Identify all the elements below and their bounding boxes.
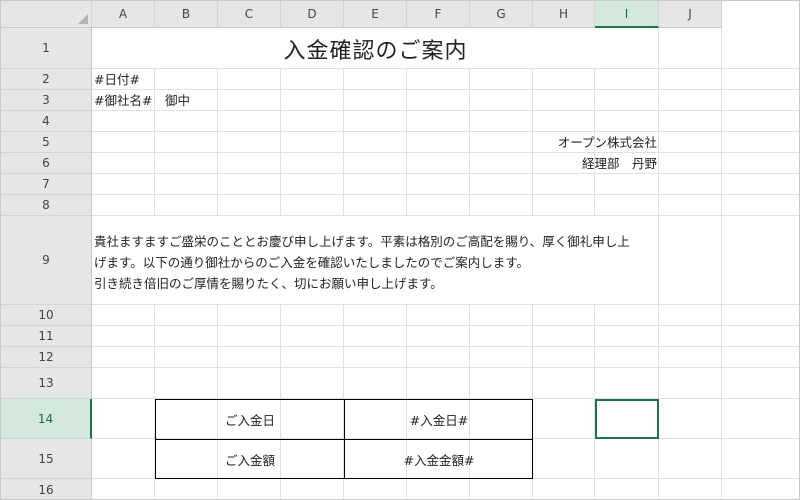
document-title[interactable]: 入金確認のご案内 (92, 33, 659, 65)
row-header-7[interactable]: 7 (1, 174, 92, 195)
row-header-1[interactable]: 1 (1, 28, 92, 69)
select-all-corner[interactable] (1, 1, 92, 28)
column-header-j[interactable]: J (659, 1, 722, 28)
column-header-g[interactable]: G (470, 1, 533, 28)
body-line-1: 貴社ますますご盛栄のこととお慶び申し上げます。平素は格別のご高配を賜り、厚く御礼… (94, 234, 630, 249)
row-header-11[interactable]: 11 (1, 326, 92, 347)
column-header-h[interactable]: H (533, 1, 595, 28)
row-header-3[interactable]: 3 (1, 90, 92, 111)
payment-amount-value[interactable]: #入金金額# (345, 440, 533, 479)
payment-date-value[interactable]: #入金日# (345, 400, 533, 439)
row-header-10[interactable]: 10 (1, 305, 92, 326)
spreadsheet-grid[interactable]: ABCDEFGHIJ 1 2 3 4 5 6 7 8 9 10 11 12 13 14 15 16 入金確認の… (0, 0, 800, 500)
payment-date-label[interactable]: ご入金日 (156, 400, 344, 439)
row-header-9[interactable]: 9 (1, 216, 92, 305)
horizontal-gridline (92, 110, 799, 111)
row-header-14[interactable]: 14 (1, 399, 92, 439)
recipient-cell[interactable]: #御社名# 御中 (94, 93, 190, 109)
row-header-13[interactable]: 13 (1, 368, 92, 399)
row-header-2[interactable]: 2 (1, 69, 92, 90)
department-cell[interactable]: 経理部 丹野 (461, 156, 657, 172)
column-header-c[interactable]: C (218, 1, 281, 28)
column-header-f[interactable]: F (407, 1, 470, 28)
row-header-6[interactable]: 6 (1, 153, 92, 174)
payment-amount-label[interactable]: ご入金額 (156, 440, 344, 479)
horizontal-gridline (92, 152, 799, 153)
row-header-4[interactable]: 4 (1, 111, 92, 132)
horizontal-gridline (92, 194, 799, 195)
active-cell-I14[interactable] (595, 399, 659, 439)
horizontal-gridline (92, 89, 799, 90)
row-header-12[interactable]: 12 (1, 347, 92, 368)
column-header-d[interactable]: D (281, 1, 344, 28)
column-header-e[interactable]: E (344, 1, 407, 28)
horizontal-gridline (92, 131, 799, 132)
vertical-gridline (721, 28, 722, 499)
column-header-i[interactable]: I (595, 1, 659, 28)
greeting-body-text[interactable]: 貴社ますますご盛栄のこととお慶び申し上げます。平素は格別のご高配を賜り、厚く御礼… (94, 231, 664, 294)
row-header-16[interactable]: 16 (1, 479, 92, 499)
horizontal-gridline (92, 68, 799, 69)
column-header-b[interactable]: B (155, 1, 218, 28)
row-header-15[interactable]: 15 (1, 439, 92, 479)
body-line-2: げます。以下の通り御社からのご入金を確認いたしましたのでご案内します。 (94, 255, 530, 270)
column-header-a[interactable]: A (92, 1, 155, 28)
date-placeholder-cell[interactable]: #日付# (94, 72, 140, 88)
row-header-5[interactable]: 5 (1, 132, 92, 153)
horizontal-gridline (92, 367, 799, 368)
horizontal-gridline (92, 173, 799, 174)
horizontal-gridline (92, 325, 799, 326)
company-name-cell[interactable]: オープン株式会社 (461, 135, 657, 151)
horizontal-gridline (92, 346, 799, 347)
horizontal-gridline (92, 304, 799, 305)
row-header-8[interactable]: 8 (1, 195, 92, 216)
body-line-3: 引き続き倍旧のご厚情を賜りたく、切にお願い申し上げます。 (94, 276, 443, 291)
select-all-triangle-icon (78, 14, 88, 24)
